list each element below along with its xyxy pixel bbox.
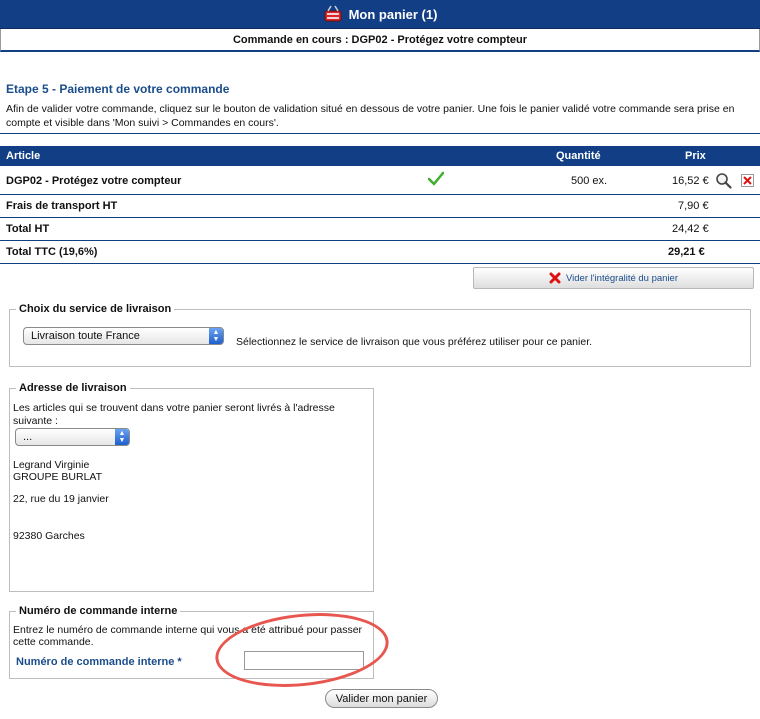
select-arrows-icon: ▲ ▼: [209, 328, 223, 344]
internal-order-legend: Numéro de commande interne: [19, 605, 178, 617]
address-city: 92380 Garches: [13, 530, 85, 542]
cart-table-header: Article Quantité Prix: [0, 146, 760, 166]
transport-label: Frais de transport HT: [6, 200, 118, 212]
empty-cart-button[interactable]: Vider l'intégralité du panier: [473, 267, 754, 289]
current-order-bar: Commande en cours : DGP02 - Protégez vot…: [0, 29, 760, 52]
address-select[interactable]: ... ▲ ▼: [15, 428, 130, 446]
address-company: GROUPE BURLAT: [13, 471, 103, 483]
address-selected: ...: [23, 431, 33, 443]
col-quantity: Quantité: [556, 150, 601, 162]
current-order-label: Commande en cours : DGP02 - Protégez vot…: [232, 33, 527, 46]
item-quantity: 500 ex.: [571, 175, 608, 187]
total-ttc-value: 29,21 €: [668, 246, 705, 258]
delivery-service-hint: Sélectionnez le service de livraison que…: [236, 336, 593, 348]
item-price: 16,52 €: [672, 175, 709, 187]
internal-order-intro-2: cette commande.: [13, 636, 94, 648]
internal-order-label: Numéro de commande interne *: [16, 656, 182, 668]
delivery-address-legend: Adresse de livraison: [19, 382, 127, 394]
checkmark-icon: [427, 171, 445, 190]
step-title: Etape 5 - Paiement de votre commande: [6, 82, 230, 96]
total-ht-value: 24,42 €: [672, 223, 709, 235]
total-ttc-row: Total TTC (19,6%) 29,21 €: [0, 241, 760, 264]
select-arrows-icon: ▲ ▼: [115, 429, 129, 445]
total-ht-row: Total HT 24,42 €: [0, 218, 760, 241]
magnifier-icon[interactable]: [715, 172, 732, 192]
address-intro: Les articles qui se trouvent dans votre …: [13, 402, 335, 427]
internal-order-input[interactable]: [244, 651, 364, 670]
delivery-service-legend: Choix du service de livraison: [19, 303, 172, 315]
basket-icon: [323, 5, 343, 23]
divider: [0, 133, 760, 134]
total-ht-label: Total HT: [6, 223, 50, 235]
cart-title: Mon panier (1): [348, 6, 438, 22]
total-ttc-label: Total TTC (19,6%): [6, 246, 98, 258]
col-price: Prix: [685, 150, 706, 162]
validate-cart-button[interactable]: Valider mon panier: [325, 689, 438, 708]
delivery-service-selected: Livraison toute France: [31, 330, 140, 342]
col-article: Article: [6, 150, 41, 162]
cart-item-row: DGP02 - Protégez votre compteur 500 ex. …: [0, 167, 760, 195]
item-name: DGP02 - Protégez votre compteur: [6, 175, 182, 187]
delete-item-icon[interactable]: [741, 174, 754, 190]
cart-header: Mon panier (1): [0, 0, 760, 29]
empty-cart-label: Vider l'intégralité du panier: [565, 272, 678, 284]
transport-value: 7,90 €: [678, 200, 709, 212]
transport-row: Frais de transport HT 7,90 €: [0, 195, 760, 218]
delivery-service-select[interactable]: Livraison toute France ▲ ▼: [23, 327, 224, 345]
empty-cart-icon: [549, 272, 561, 284]
step-intro: Afin de valider votre commande, cliquez …: [6, 103, 735, 129]
address-street: 22, rue du 19 janvier: [13, 493, 109, 505]
